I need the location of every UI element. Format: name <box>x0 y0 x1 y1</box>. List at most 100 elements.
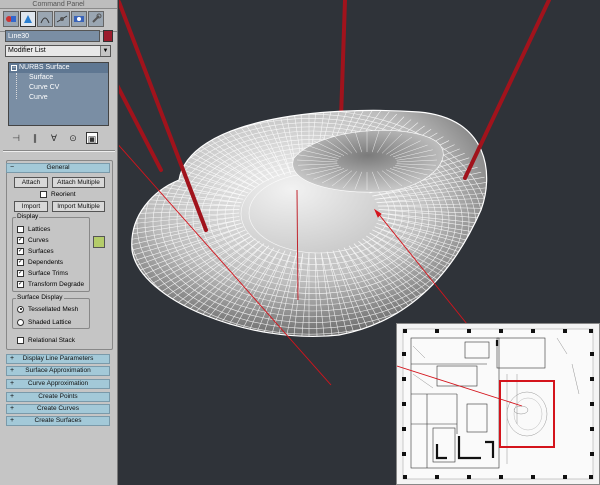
display-option-curves[interactable]: ✓ Curves <box>17 235 49 245</box>
surfaces-checkbox[interactable]: ✓ <box>17 247 24 255</box>
hierarchy-icon <box>40 17 50 24</box>
display-group-label: Display <box>16 213 40 221</box>
utilities-icon <box>92 13 102 23</box>
motion-icon <box>56 15 68 23</box>
stack-item-nurbs-surface[interactable]: NURBS Surface <box>9 63 108 73</box>
panel-tab-row <box>0 9 117 32</box>
rollout-create-surfaces[interactable]: + Create Surfaces <box>6 416 110 426</box>
shaded-lattice-radio[interactable] <box>17 318 24 326</box>
lattices-checkbox[interactable] <box>17 225 24 233</box>
plan-column <box>590 402 594 406</box>
plan-column <box>499 475 503 479</box>
plan-column <box>403 475 407 479</box>
show-end-result-icon[interactable]: ∥ <box>29 132 41 144</box>
plan-column <box>402 377 406 381</box>
surface-display-tessellated[interactable]: Tessellated Mesh <box>17 304 78 314</box>
plan-column <box>563 329 567 333</box>
tab-hierarchy[interactable] <box>37 11 53 27</box>
surfaces-label: Surfaces <box>28 247 54 255</box>
configure-modifier-sets-icon[interactable]: ▣ <box>86 132 98 144</box>
nurbs-torus-surface[interactable] <box>119 100 499 350</box>
import-multiple-button[interactable]: Import Multiple <box>52 201 105 212</box>
attach-multiple-button[interactable]: Attach Multiple <box>52 177 105 188</box>
general-rollout-header[interactable]: − General <box>6 163 110 173</box>
expand-icon: + <box>10 367 15 374</box>
display-option-surfaces[interactable]: ✓ Surfaces <box>17 246 54 256</box>
make-unique-icon[interactable]: ∀ <box>48 132 60 144</box>
plan-column <box>590 377 594 381</box>
expand-icon: + <box>10 405 15 412</box>
collapse-icon[interactable]: − <box>11 65 17 71</box>
tab-motion[interactable] <box>54 11 70 27</box>
display-option-lattices[interactable]: Lattices <box>17 224 50 234</box>
rollout-create-points[interactable]: + Create Points <box>6 392 110 402</box>
display-option-transform-degrade[interactable]: ✓ Transform Degrade <box>17 279 84 289</box>
surface-display-shaded-lattice[interactable]: Shaded Lattice <box>17 317 71 327</box>
object-name-row <box>5 30 113 42</box>
relational-stack-label: Relational Stack <box>28 336 75 344</box>
pin-stack-icon[interactable]: ⊣ <box>10 132 22 144</box>
expand-icon: + <box>10 393 15 400</box>
surface-color-icon[interactable] <box>93 236 105 248</box>
plan-column <box>403 329 407 333</box>
support-line <box>463 0 551 180</box>
rollout-curve-approximation[interactable]: + Curve Approximation <box>6 379 110 389</box>
plan-column <box>467 475 471 479</box>
object-color-swatch[interactable] <box>103 30 113 42</box>
rollout-title: Create Surfaces <box>34 417 82 424</box>
shaded-lattice-label: Shaded Lattice <box>28 318 72 326</box>
reorient-row[interactable]: Reorient <box>40 189 76 199</box>
import-button[interactable]: Import <box>14 201 48 212</box>
expand-icon: + <box>10 380 15 387</box>
display-option-dependents[interactable]: ✓ Dependents <box>17 257 63 267</box>
display-option-surface-trims[interactable]: ✓ Surface Trims <box>17 268 68 278</box>
perspective-viewport[interactable] <box>119 0 600 485</box>
remove-modifier-icon[interactable]: ⊙ <box>67 132 79 144</box>
tab-utilities[interactable] <box>88 11 104 27</box>
modifier-list-dropdown[interactable]: Modifier List ▼ <box>5 45 111 57</box>
surface-trims-checkbox[interactable]: ✓ <box>17 269 24 277</box>
plan-column <box>590 352 594 356</box>
dependents-label: Dependents <box>28 258 64 266</box>
reorient-checkbox[interactable] <box>40 190 47 198</box>
create-icon <box>6 16 16 22</box>
plan-column <box>499 329 503 333</box>
transform-degrade-checkbox[interactable]: ✓ <box>17 280 24 288</box>
plan-column <box>467 329 471 333</box>
rollout-surface-approximation[interactable]: + Surface Approximation <box>6 366 110 376</box>
surface-display-group-label: Surface Display <box>16 294 64 302</box>
rollout-title: Create Curves <box>37 405 79 412</box>
object-name-field[interactable] <box>5 30 100 42</box>
rollout-display-line-parameters[interactable]: + Display Line Parameters <box>6 354 110 364</box>
dependents-checkbox[interactable]: ✓ <box>17 258 24 266</box>
plan-column <box>531 329 535 333</box>
plan-column <box>590 452 594 456</box>
curves-label: Curves <box>28 236 49 244</box>
tab-display[interactable] <box>71 11 87 27</box>
plan-column <box>402 427 406 431</box>
plan-column <box>402 352 406 356</box>
tessellated-mesh-radio[interactable] <box>17 305 24 313</box>
plan-column <box>531 475 535 479</box>
relational-stack-checkbox[interactable] <box>17 336 24 344</box>
plan-column <box>590 427 594 431</box>
stack-tree-lines <box>16 73 24 99</box>
stack-toolbar: ⊣ ∥ ∀ ⊙ ▣ <box>10 131 108 145</box>
surface-trims-label: Surface Trims <box>28 269 69 277</box>
floor-plan-drawing <box>396 328 594 480</box>
panel-title: Command Panel <box>0 0 117 9</box>
plan-column <box>402 402 406 406</box>
rollout-title: Surface Approximation <box>25 367 91 374</box>
modifier-stack[interactable]: − NURBS Surface Surface Curve CV Curve <box>8 62 109 126</box>
relational-stack-row[interactable]: Relational Stack <box>17 335 75 345</box>
rollout-create-curves[interactable]: + Create Curves <box>6 404 110 414</box>
tab-modify[interactable] <box>20 11 36 27</box>
expand-icon: + <box>10 355 15 362</box>
attach-button[interactable]: Attach <box>14 177 48 188</box>
plan-column <box>589 329 593 333</box>
curves-checkbox[interactable]: ✓ <box>17 236 24 244</box>
tab-create[interactable] <box>3 11 19 27</box>
general-rollout-title: General <box>46 164 70 171</box>
command-panel: Command Panel Modifier List ▼ − NURBS Su… <box>0 0 118 485</box>
floor-plan-inset <box>396 323 600 485</box>
